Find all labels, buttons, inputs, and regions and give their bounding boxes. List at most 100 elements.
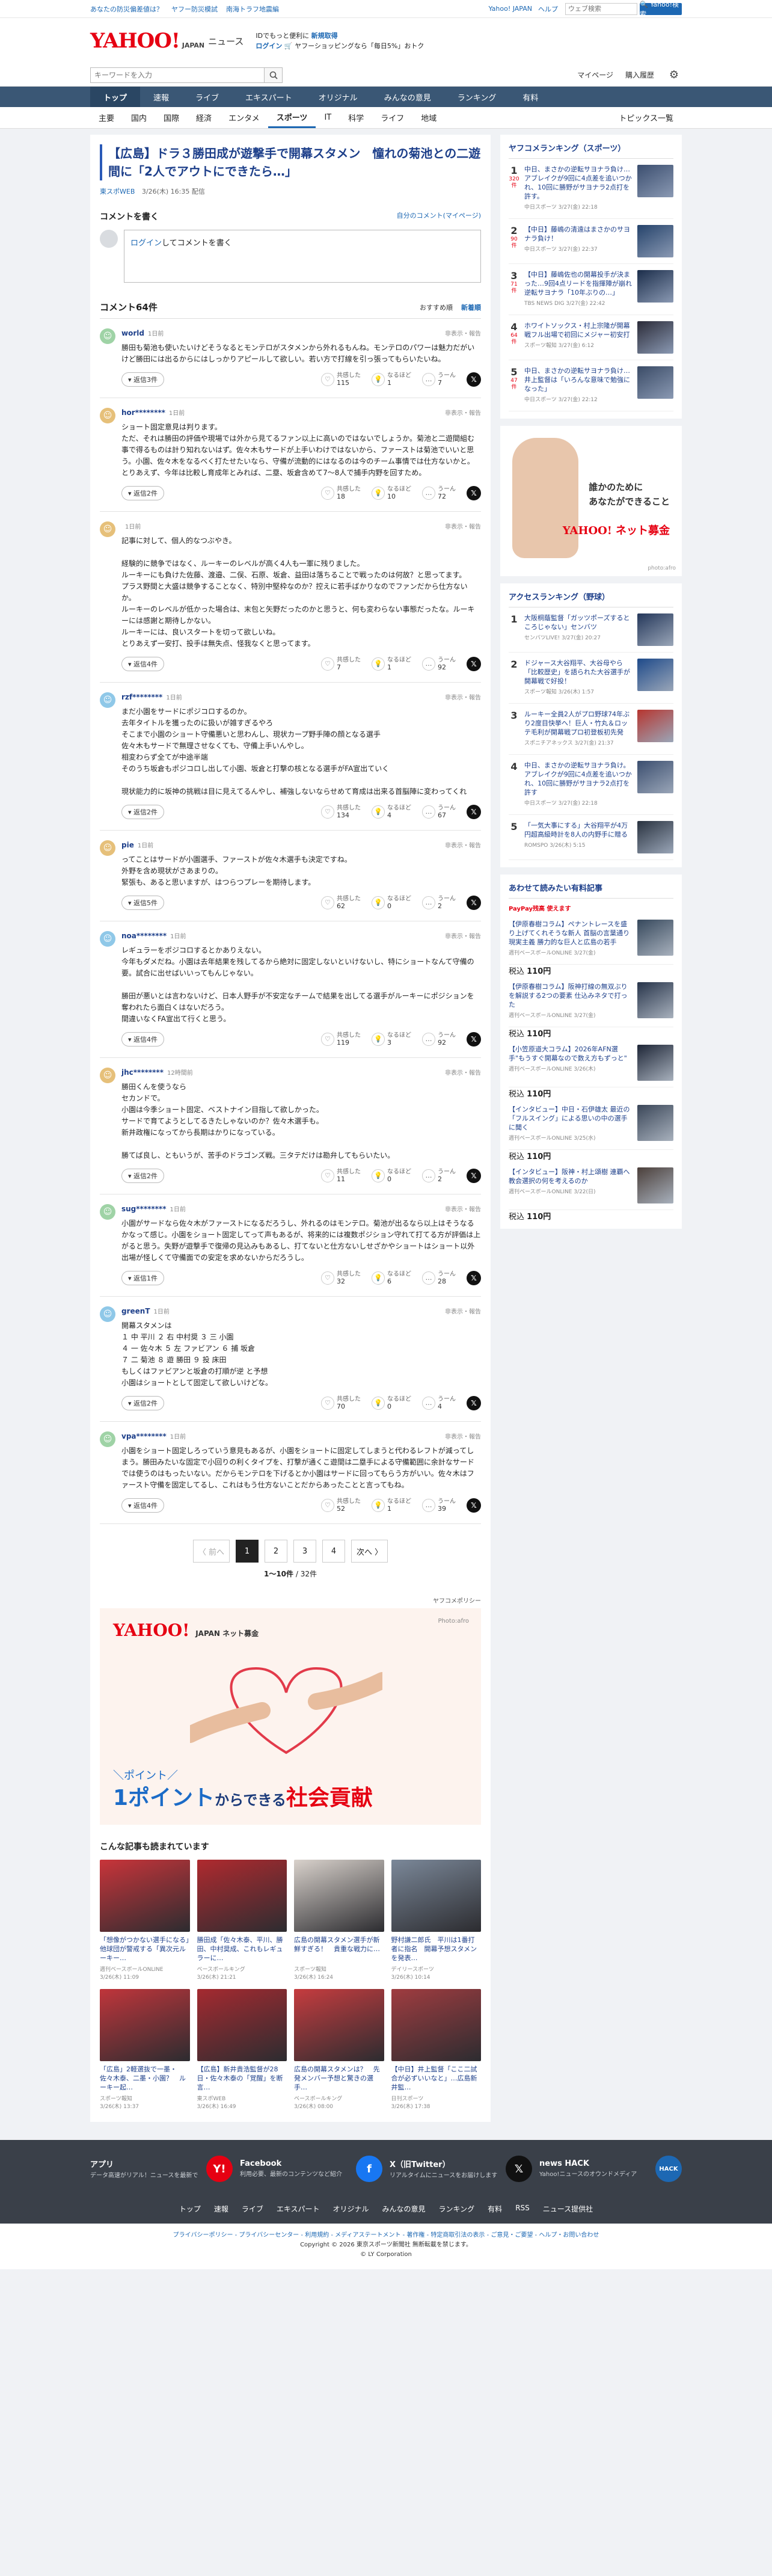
shopping-promo-link[interactable]: ヤフーショッピングなら「毎日5%」おトク: [295, 42, 424, 50]
reaction-button[interactable]: ♡ 共感した 18: [321, 486, 361, 500]
reaction-button[interactable]: … うーん 67: [422, 805, 456, 819]
category-tab[interactable]: エンタメ: [220, 107, 268, 128]
comment-username[interactable]: pie: [121, 841, 134, 849]
reaction-button[interactable]: ♡ 共感した 32: [321, 1271, 361, 1285]
report-link[interactable]: 非表示・報告: [445, 1204, 481, 1213]
paid-article-item[interactable]: 【インタビュー】中日・石伊雄太 最近の「フルスイング」による思いの中の選手に聞く…: [509, 1099, 673, 1161]
yahoo-logo[interactable]: YAHOO! JAPAN: [90, 29, 204, 53]
sort-newest[interactable]: 新着順: [461, 303, 481, 312]
replies-toggle-button[interactable]: ▾ 返信1件: [121, 1271, 165, 1285]
reaction-button[interactable]: ♡ 共感した 52: [321, 1498, 361, 1513]
nav-tab[interactable]: トップ: [90, 87, 141, 107]
related-article-card[interactable]: 「広島」2軽選抜で一墨・佐々木泰、二墨・小園？ ルーキー起… スポーツ報知 3/26…: [100, 1989, 190, 2110]
help-link[interactable]: ヘルプ: [538, 4, 558, 14]
reaction-button[interactable]: ♡ 共感した 115: [321, 372, 361, 387]
reaction-button[interactable]: ♡ 共感した 119: [321, 1032, 361, 1047]
comment-username[interactable]: vpa********: [121, 1432, 167, 1440]
replies-toggle-button[interactable]: ▾ 返信4件: [121, 1498, 165, 1513]
replies-toggle-button[interactable]: ▾ 返信2件: [121, 1169, 165, 1183]
category-tab[interactable]: 主要: [90, 107, 123, 128]
reaction-button[interactable]: … うーん 2: [422, 1169, 456, 1183]
replies-toggle-button[interactable]: ▾ 返信2件: [121, 486, 165, 500]
donation-ad-banner[interactable]: YAHOO! JAPAN ネット募金 Photo:afro ＼ポイント／ 1ポイ…: [100, 1608, 481, 1825]
access-ranking-item[interactable]: 3 ルーキー全員2人がプロ野球74年ぶり2度目快挙へ！巨人・竹丸＆ロッテ毛利が開幕…: [509, 704, 673, 755]
comment-username[interactable]: noa********: [121, 932, 167, 940]
footer-nav-link[interactable]: みんなの意見: [382, 2204, 426, 2214]
comment-login-link[interactable]: ログイン: [130, 239, 162, 248]
footer-nav-link[interactable]: オリジナル: [333, 2204, 369, 2214]
page-4[interactable]: 4: [322, 1540, 345, 1563]
paid-article-item[interactable]: 【小笠原道大コラム】2026年AFN選手"もうすぐ開幕なので数え方もずっと" 週刊…: [509, 1039, 673, 1099]
reaction-button[interactable]: … うーん 39: [422, 1498, 456, 1513]
reaction-button[interactable]: 💡 なるほど 0: [372, 1396, 411, 1410]
web-search-button[interactable]: 🔍 Yahoo!検索: [640, 1, 682, 18]
next-page-button[interactable]: 次へ 〉: [351, 1540, 388, 1563]
comment-username[interactable]: greenT: [121, 1307, 150, 1315]
purchase-history-link[interactable]: 購入履歴: [625, 70, 654, 80]
footer-app-link[interactable]: news HACK Yahoo!ニュースのオウンドメディア HACK: [539, 2156, 682, 2182]
footer-nav-link[interactable]: 有料: [488, 2204, 502, 2214]
top-strip-link[interactable]: あなたの防災偏差値は？: [90, 5, 163, 13]
footer-nav-link[interactable]: ライブ: [242, 2204, 263, 2214]
x-share-icon[interactable]: 𝕏: [467, 372, 481, 387]
gear-icon[interactable]: ⚙: [666, 67, 682, 83]
paid-article-item[interactable]: 【伊原春樹コラム】阪神打線の無双ぶりを解説する2つの要素 仕込みネタで打った 週刊…: [509, 976, 673, 1039]
news-search-input[interactable]: [90, 67, 265, 83]
report-link[interactable]: 非表示・報告: [445, 1306, 481, 1315]
topics-list-link[interactable]: トピックス一覧: [610, 107, 682, 128]
comment-username[interactable]: hor********: [121, 408, 165, 417]
reaction-button[interactable]: 💡 なるほど 1: [372, 1498, 411, 1513]
category-tab[interactable]: 経済: [188, 107, 220, 128]
x-share-icon[interactable]: 𝕏: [467, 657, 481, 671]
report-link[interactable]: 非表示・報告: [445, 931, 481, 940]
access-ranking-item[interactable]: 2 ドジャース大谷翔平、大谷母やら「比較歴史」を語られた大谷選手が開幕戦で好投！ス…: [509, 653, 673, 704]
access-ranking-item[interactable]: 5 「一気大事にする」大谷翔平が4万円超高級時計を8人の内野手に贈る ROMSPO …: [509, 815, 673, 860]
comment-username[interactable]: jhc********: [121, 1068, 164, 1077]
yahoo-japan-link[interactable]: Yahoo! JAPAN: [488, 5, 532, 13]
comment-ranking-item[interactable]: 1 320件 中日、まさかの逆転サヨナラ負け…アブレイクが9回に4点差を追いつかれ、…: [509, 159, 673, 219]
nav-tab[interactable]: オリジナル: [305, 87, 371, 107]
related-article-card[interactable]: 野村謙二郎氏 平川は1番打者に指名 開幕予想スタメンを発表… デイリースポーツ 3/…: [391, 1860, 481, 1981]
prev-page-button[interactable]: 〈 前へ: [192, 1540, 230, 1563]
footer-nav-link[interactable]: 速報: [214, 2204, 228, 2214]
related-article-card[interactable]: 【広島】新井貴浩監督が28日・佐々木泰の「覚醒」を断言… 東スポWEB 3/26(木…: [197, 1989, 287, 2110]
page-3[interactable]: 3: [293, 1540, 316, 1563]
my-comments-link[interactable]: 自分のコメント(マイページ): [397, 211, 481, 223]
nav-tab[interactable]: ランキング: [444, 87, 510, 107]
related-article-card[interactable]: 広島の開幕スタメンは？ 先発メンバー予想と驚きの選手… ベースボールキング 3/26…: [294, 1989, 384, 2110]
footer-nav-link[interactable]: トップ: [179, 2204, 201, 2214]
replies-toggle-button[interactable]: ▾ 返信5件: [121, 896, 165, 910]
reaction-button[interactable]: … うーん 2: [422, 896, 456, 910]
reaction-button[interactable]: 💡 なるほど 4: [372, 805, 411, 819]
reaction-button[interactable]: … うーん 28: [422, 1271, 456, 1285]
related-article-card[interactable]: 広島の開幕スタメン選手が新鮮すぎる！ 貴重な戦力に… スポーツ報知 3/26(木) …: [294, 1860, 384, 1981]
reaction-button[interactable]: 💡 なるほど 1: [372, 657, 411, 671]
footer-app-link[interactable]: アプリ データ高速がリアル！ニュースを最新で Y!: [90, 2156, 233, 2182]
reaction-button[interactable]: … うーん 4: [422, 1396, 456, 1410]
footer-nav-link[interactable]: ニュース提供社: [543, 2204, 593, 2214]
comment-username[interactable]: sug********: [121, 1205, 166, 1213]
category-tab[interactable]: スポーツ: [268, 107, 316, 128]
reaction-button[interactable]: 💡 なるほど 6: [372, 1271, 411, 1285]
x-share-icon[interactable]: 𝕏: [467, 486, 481, 500]
category-tab[interactable]: 科学: [340, 107, 372, 128]
category-tab[interactable]: 地域: [412, 107, 445, 128]
category-tab[interactable]: IT: [316, 107, 340, 128]
x-share-icon[interactable]: 𝕏: [467, 1396, 481, 1410]
web-search-input[interactable]: [565, 2, 637, 15]
nav-tab[interactable]: ライブ: [182, 87, 232, 107]
reaction-button[interactable]: … うーん 92: [422, 657, 456, 671]
x-share-icon[interactable]: 𝕏: [467, 1169, 481, 1183]
report-link[interactable]: 非表示・報告: [445, 1431, 481, 1440]
report-link[interactable]: 非表示・報告: [445, 521, 481, 530]
x-share-icon[interactable]: 𝕏: [467, 896, 481, 910]
comment-ranking-item[interactable]: 5 47件 中日、まさかの逆転サヨナラ負け…井上監督は「いろんな意味で勉強になった」…: [509, 360, 673, 411]
x-share-icon[interactable]: 𝕏: [467, 1271, 481, 1285]
report-link[interactable]: 非表示・報告: [445, 1068, 481, 1077]
report-link[interactable]: 非表示・報告: [445, 328, 481, 337]
replies-toggle-button[interactable]: ▾ 返信4件: [121, 1032, 165, 1047]
nav-tab[interactable]: 有料: [509, 87, 551, 107]
related-article-card[interactable]: 勝田成「佐々木泰、平川、勝田、中村奨成、これもレギュラーに… ベースボールキング 3…: [197, 1860, 287, 1981]
replies-toggle-button[interactable]: ▾ 返信3件: [121, 372, 165, 387]
x-share-icon[interactable]: 𝕏: [467, 1498, 481, 1513]
